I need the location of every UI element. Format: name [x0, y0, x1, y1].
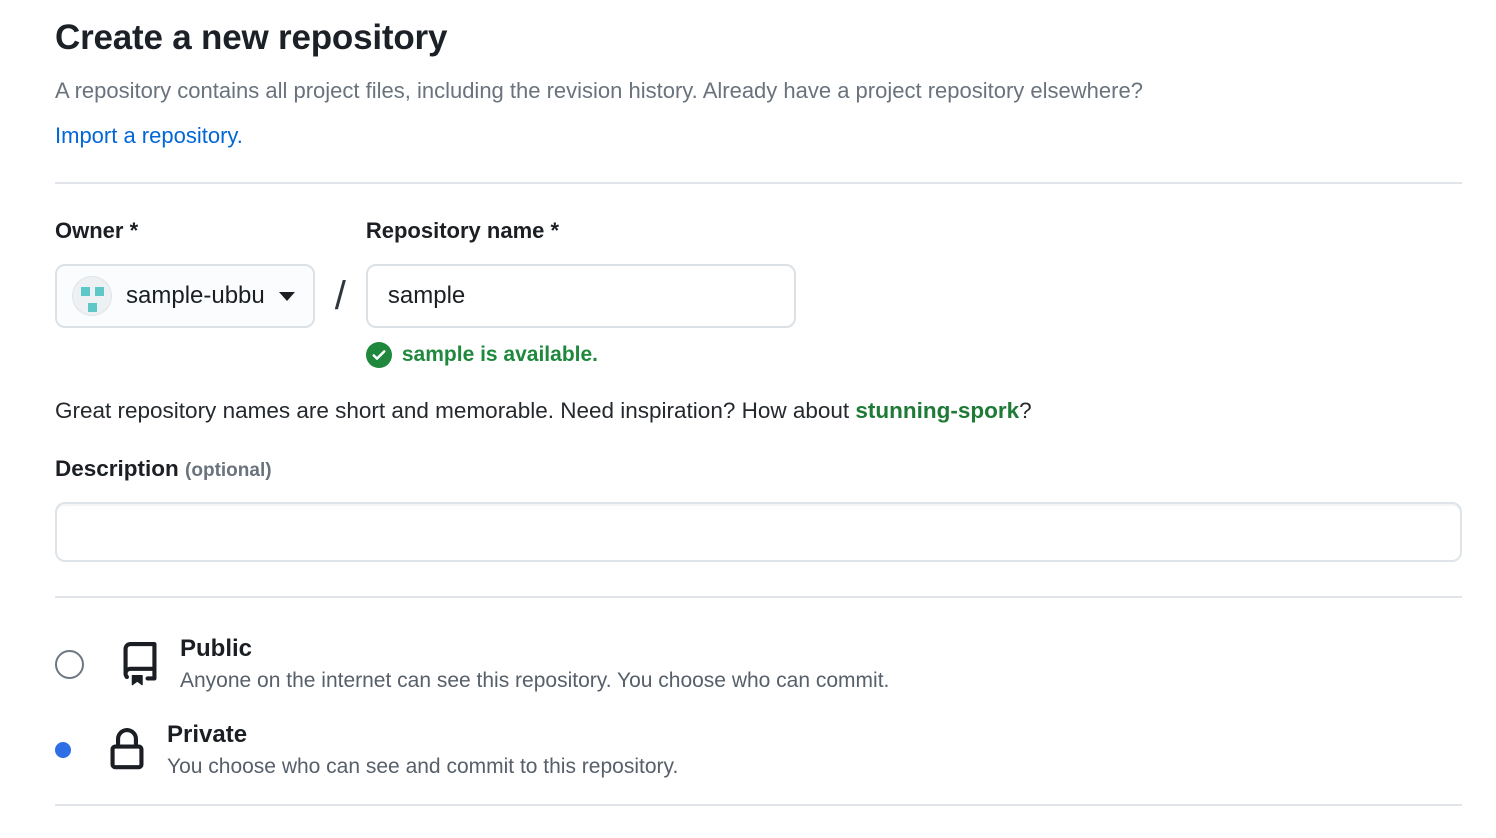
name-suggestion: Great repository names are short and mem…: [55, 396, 1462, 426]
public-option-title[interactable]: Public: [180, 634, 889, 664]
description-label-text: Description: [55, 456, 185, 481]
top-divider: [55, 182, 1462, 184]
page-subtitle: A repository contains all project files,…: [55, 74, 1462, 107]
owner-label: Owner *: [55, 218, 315, 244]
suggestion-prefix: Great repository names are short and mem…: [55, 398, 855, 423]
description-optional-hint: (optional): [185, 460, 272, 481]
private-option-description: You choose who can see and commit to thi…: [167, 754, 678, 780]
owner-name: sample-ubbu: [126, 282, 265, 310]
check-circle-icon: [366, 342, 392, 368]
owner-repo-row: Owner * sample-ubbu / Repository name * …: [55, 218, 1462, 368]
suggested-name-link[interactable]: stunning-spork: [855, 398, 1019, 423]
public-radio[interactable]: [55, 650, 84, 679]
visibility-section: Public Anyone on the internet can see th…: [55, 634, 1462, 780]
middle-divider: [55, 596, 1462, 598]
import-repository-link[interactable]: Import a repository.: [55, 119, 243, 152]
owner-avatar: [72, 276, 112, 316]
public-option-description: Anyone on the internet can see this repo…: [180, 668, 889, 694]
chevron-down-icon: [279, 292, 295, 301]
description-input[interactable]: [55, 502, 1462, 562]
availability-message: sample is available.: [402, 343, 598, 367]
repo-name-label: Repository name *: [366, 218, 796, 244]
owner-field: Owner * sample-ubbu: [55, 218, 315, 328]
repo-name-input[interactable]: [366, 264, 796, 328]
availability-status: sample is available.: [366, 342, 796, 368]
private-option-title[interactable]: Private: [167, 720, 678, 750]
description-label: Description (optional): [55, 456, 1462, 484]
private-radio[interactable]: [55, 742, 71, 758]
owner-repo-separator: /: [335, 264, 346, 328]
repo-name-field: Repository name * sample is available.: [366, 218, 796, 368]
visibility-option-public[interactable]: Public Anyone on the internet can see th…: [55, 634, 1462, 694]
create-repo-page: Create a new repository A repository con…: [0, 0, 1496, 806]
owner-dropdown[interactable]: sample-ubbu: [55, 264, 315, 328]
visibility-option-private[interactable]: Private You choose who can see and commi…: [55, 720, 1462, 780]
page-title: Create a new repository: [55, 16, 1462, 60]
bottom-divider: [55, 804, 1462, 806]
lock-icon: [105, 728, 149, 772]
suggestion-suffix: ?: [1019, 398, 1032, 423]
repo-book-icon: [118, 642, 162, 686]
private-option-text: Private You choose who can see and commi…: [167, 720, 678, 780]
public-option-text: Public Anyone on the internet can see th…: [180, 634, 889, 694]
